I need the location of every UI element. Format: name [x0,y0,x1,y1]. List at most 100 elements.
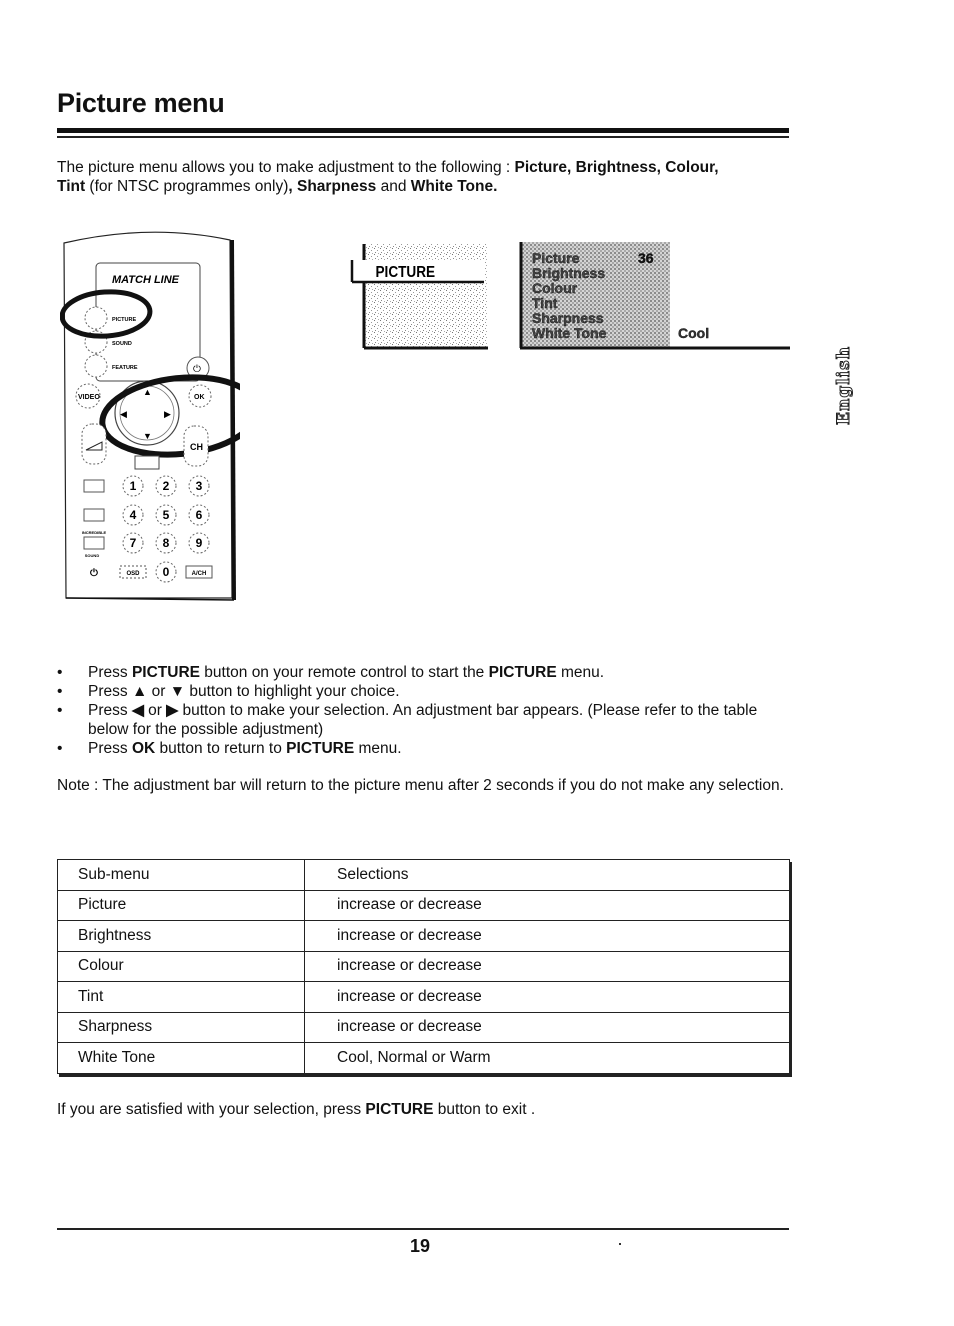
remote-brand: MATCH LINE [112,274,180,286]
key-2: 2 [163,479,170,493]
table-row: Brightness increase or decrease [57,920,790,952]
intro-bold: White Tone. [410,178,498,195]
step-text: Press [88,664,132,681]
exit-text: If you are satisfied with your selection… [57,1101,366,1118]
osd-white-tone-value: Cool [678,325,709,341]
step-text: menu. [556,664,605,681]
key-1: 1 [130,479,137,493]
up-arrow-icon: ▲ [131,683,148,700]
osd-item-picture: Picture [532,250,580,266]
step-text: button to return to [155,740,287,757]
step-text: or [143,702,167,719]
submenu-cell: Brightness [57,920,305,952]
right-arrow-icon: ▶ [164,409,171,419]
instruction-step: • Press PICTURE button on your remote co… [57,663,797,682]
key-7: 7 [130,536,137,550]
step-key: PICTURE [131,664,200,681]
table-row: White Tone Cool, Normal or Warm [57,1042,790,1074]
down-arrow-icon: ▼ [169,683,186,700]
incredible-label: INCREDIBLE [82,530,107,535]
step-text: Press [88,683,132,700]
selection-cell: increase or decrease [304,889,790,921]
osd-button-label: OSD [126,571,140,577]
selection-cell: increase or decrease [304,920,790,952]
intro-paragraph: The picture menu allows you to make adju… [57,158,797,196]
step-key: OK [131,740,156,757]
left-arrow-icon: ◀ [120,409,127,419]
bullet: • [57,664,63,681]
ach-button-label: A/CH [192,571,207,577]
step-text: Press [88,740,132,757]
title-divider [57,128,789,133]
scan-speck [619,1243,621,1245]
osd-picture-value: 36 [638,250,654,266]
power-icon: ⏻ [193,364,201,375]
key-9: 9 [196,536,203,550]
note-paragraph: Note : The adjustment bar will return to… [57,777,784,794]
title-divider-thin [57,136,789,138]
step-text: or [147,683,170,700]
channel-label: CH [190,442,203,452]
submenu-cell: Colour [57,950,305,982]
exit-key: PICTURE [365,1101,434,1118]
table-header-row: Sub-menu Selections [57,859,790,891]
selection-cell: increase or decrease [304,950,790,982]
instruction-step: • Press OK button to return to PICTURE m… [57,739,797,758]
intro-text: and [376,178,411,195]
exit-text: button to exit . [433,1101,536,1118]
submenu-cell: Tint [57,981,305,1013]
instruction-step: • Press ◀ or ▶ button to make your selec… [57,701,797,739]
step-key: PICTURE [286,740,355,757]
down-arrow-icon: ▼ [143,431,152,441]
submenu-cell: Picture [57,889,305,921]
page-number: 19 [410,1236,431,1256]
ok-button-label: OK [194,394,205,401]
mute-button [134,455,160,470]
language-label: English [834,345,855,425]
bullet: • [57,702,63,719]
submenu-table: Sub-menu Selections Picture increase or … [57,859,790,1074]
bullet: • [57,740,63,757]
key-6: 6 [196,508,203,522]
osd-item-sharpness: Sharpness [532,310,604,326]
submenu-cell: Sharpness [57,1011,305,1043]
sound-label: SOUND [85,553,100,558]
step-text: Press [88,702,132,719]
table-row: Colour increase or decrease [57,950,790,982]
remote-control-illustration: MATCH LINE PICTURE SOUND FEATURE ⏻ VIDEO… [60,231,240,601]
table-row: Tint increase or decrease [57,981,790,1013]
left-arrow-icon: ◀ [131,702,144,719]
submenu-cell: White Tone [57,1042,305,1074]
sound-button-label: SOUND [112,341,132,347]
osd-item-brightness: Brightness [532,265,605,281]
step-text: button on your remote control to start t… [199,664,489,681]
standby-icon: ⏻ [90,567,98,579]
footer-divider [57,1228,789,1230]
intro-bold: Tint [57,178,86,195]
table-row: Picture increase or decrease [57,889,790,921]
instruction-step: • Press ▲ or ▼ button to highlight your … [57,682,797,701]
column-header: Sub-menu [57,859,305,891]
step-key: PICTURE [488,664,557,681]
step-text: menu. [354,740,402,757]
step-text: button to highlight your choice. [185,683,400,700]
picture-button-label: PICTURE [112,317,136,323]
feature-button-label: FEATURE [112,365,138,371]
osd-item-white-tone: White Tone [532,325,607,341]
intro-text: The picture menu allows you to make adju… [57,159,515,176]
exit-instruction: If you are satisfied with your selection… [57,1101,535,1119]
key-5: 5 [163,508,170,522]
key-4: 4 [130,508,137,522]
table-row: Sharpness increase or decrease [57,1011,790,1043]
intro-text: (for NTSC programmes only) [85,178,289,195]
selection-cell: Cool, Normal or Warm [304,1042,790,1074]
key-0: 0 [163,565,170,579]
osd-picture-label: PICTURE [376,264,436,281]
format-button [83,479,105,493]
key-3: 3 [196,479,203,493]
column-header: Selections [304,859,790,891]
selection-cell: increase or decrease [304,981,790,1013]
right-arrow-icon: ▶ [166,702,179,719]
language-side-tab: English [832,335,856,430]
intro-bold: Picture, Brightness, Colour, [514,159,719,176]
